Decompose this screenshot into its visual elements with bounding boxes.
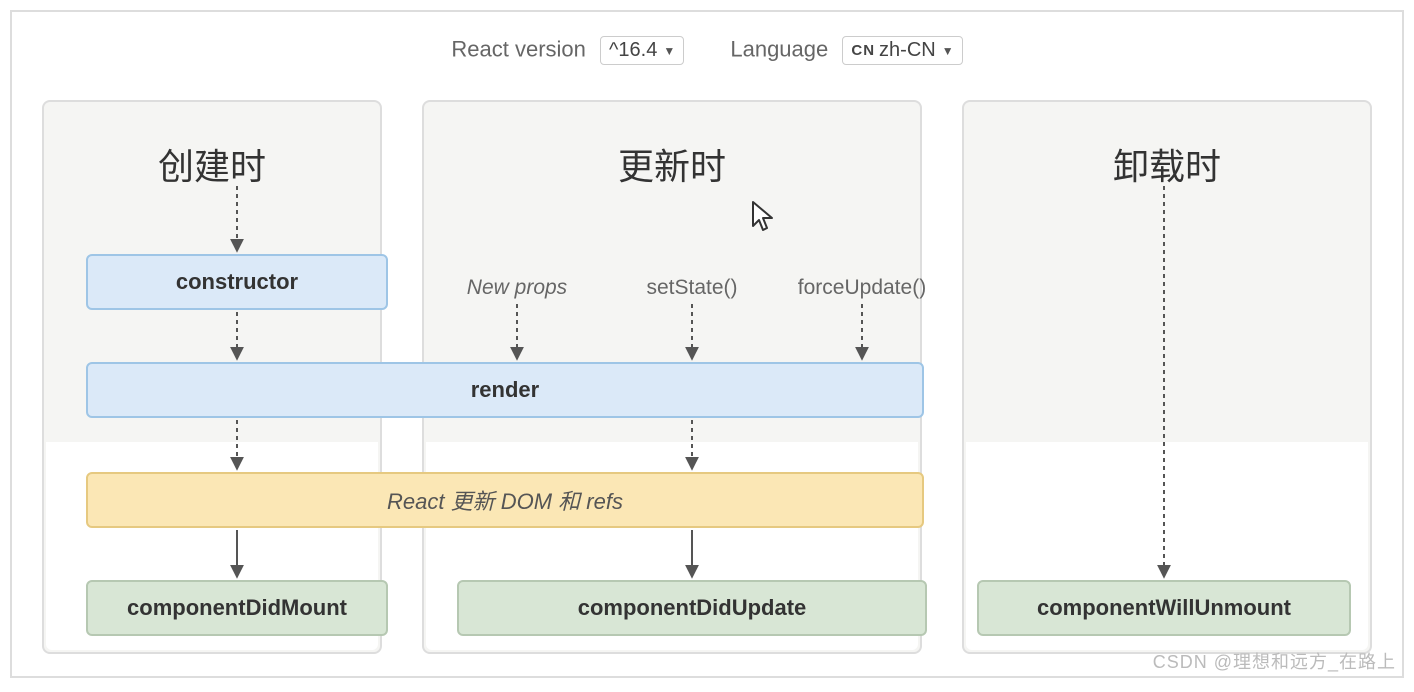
version-control: React version ^16.4 ▼ [451, 36, 684, 65]
column-update-title: 更新时 [424, 138, 920, 190]
version-value: ^16.4 [609, 39, 657, 62]
box-render[interactable]: render [86, 362, 924, 418]
trigger-new-props: New props [442, 276, 592, 300]
language-label: Language [730, 36, 828, 61]
language-control: Language CN zh-CN ▼ [730, 36, 962, 65]
version-select[interactable]: ^16.4 ▼ [600, 36, 684, 65]
box-constructor[interactable]: constructor [86, 254, 388, 310]
box-component-did-mount[interactable]: componentDidMount [86, 580, 388, 636]
trigger-set-state: setState() [617, 276, 767, 300]
header-controls: React version ^16.4 ▼ Language CN zh-CN … [12, 36, 1402, 65]
column-unmount-title: 卸载时 [964, 138, 1370, 190]
version-label: React version [451, 36, 586, 61]
box-component-did-update[interactable]: componentDidUpdate [457, 580, 927, 636]
column-unmount: 卸载时 [962, 100, 1372, 654]
trigger-force-update: forceUpdate() [787, 276, 937, 300]
language-prefix: CN [851, 42, 875, 59]
lifecycle-columns: 创建时 更新时 卸载时 New props setState() forceUp… [42, 100, 1372, 654]
watermark: CSDN @理想和远方_在路上 [1153, 648, 1396, 674]
box-component-will-unmount[interactable]: componentWillUnmount [977, 580, 1351, 636]
language-select[interactable]: CN zh-CN ▼ [842, 36, 962, 65]
chevron-down-icon: ▼ [942, 44, 954, 58]
column-mount-title: 创建时 [44, 138, 380, 190]
cursor-icon [750, 200, 778, 239]
chevron-down-icon: ▼ [663, 44, 675, 58]
language-value: zh-CN [879, 39, 936, 62]
diagram-frame: React version ^16.4 ▼ Language CN zh-CN … [10, 10, 1404, 678]
box-dom-update: React 更新 DOM 和 refs [86, 472, 924, 528]
